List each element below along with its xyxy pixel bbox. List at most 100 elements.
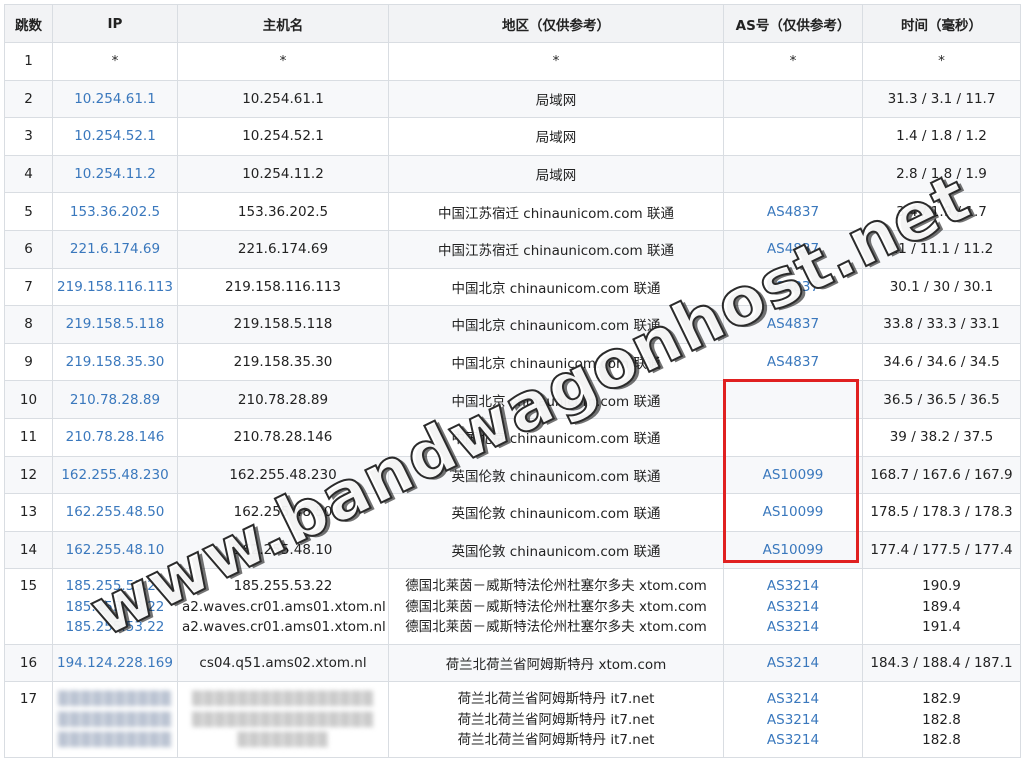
ip-link[interactable]: 10.254.61.1: [57, 91, 173, 107]
region-text: 局域网: [535, 92, 577, 109]
region-cell: 中国江苏宿迁 chinaunicom.com 联通: [388, 192, 724, 231]
time-cell: 2.8 / 1.8 / 1.9: [862, 154, 1021, 194]
ip-link[interactable]: 162.255.48.10: [57, 542, 173, 558]
as-link[interactable]: AS3214: [728, 730, 858, 751]
ip-link[interactable]: 185.255.53.22: [57, 617, 173, 638]
ip-link[interactable]: 221.6.174.69: [57, 241, 173, 257]
ip-link[interactable]: 185.255.53.22: [57, 576, 173, 597]
region-cell: 英国伦敦 chinaunicom.com 联通: [388, 493, 724, 532]
host-text: a2.waves.cr01.ams01.xtom.nl: [182, 619, 386, 636]
as-link[interactable]: AS3214: [728, 689, 858, 710]
ip-link[interactable]: 10.254.11.2: [57, 166, 173, 182]
ip-cell: 10.254.11.2: [52, 154, 178, 194]
header-ip: IP: [52, 4, 178, 43]
host-cell: 210.78.28.146: [177, 417, 389, 457]
time-text: 182.8: [922, 732, 961, 749]
time-text: 184.3 / 188.4 / 187.1: [870, 655, 1013, 672]
as-link[interactable]: AS10099: [728, 504, 858, 520]
as-link[interactable]: AS3214: [728, 576, 858, 597]
hop-cell: 1: [4, 42, 53, 81]
table-row: 8 219.158.5.118 219.158.5.118 中国北京 chinauni…: [4, 305, 1021, 344]
hop-cell: 15: [4, 568, 53, 645]
time-text: 39 / 38.2 / 37.5: [889, 429, 994, 446]
region-text: 荷兰北荷兰省阿姆斯特丹 it7.net: [457, 711, 655, 728]
as-link[interactable]: AS4837: [728, 204, 858, 220]
time-text: 30.1 / 30 / 30.1: [889, 278, 994, 295]
host-text: cs04.q51.ams02.xtom.nl: [199, 655, 367, 672]
ip-link[interactable]: 219.158.5.118: [57, 316, 173, 332]
as-cell: AS4837: [723, 342, 863, 382]
region-text: 德国北莱茵－威斯特法伦州杜塞尔多夫 xtom.com: [405, 619, 707, 636]
table-row: 1 * * * * *: [4, 42, 1021, 81]
region-text: 中国北京 chinaunicom.com 联通: [451, 280, 661, 297]
host-text: 10.254.11.2: [242, 166, 324, 183]
ip-cell: *: [52, 42, 178, 81]
redacted-ip: ▒▒▒▒▒▒▒▒▒▒: [58, 711, 172, 728]
time-cell: 31.3 / 3.1 / 11.7: [862, 79, 1021, 119]
ip-cell: 185.255.53.22 185.255.53.22 185.255.53.22: [52, 568, 178, 645]
as-link[interactable]: AS3214: [728, 710, 858, 731]
ip-link[interactable]: 210.78.28.146: [57, 429, 173, 445]
region-text: 中国北京 chinaunicom.com 联通: [451, 431, 661, 448]
host-text: 162.255.48.50: [233, 504, 333, 521]
region-cell: 局域网: [388, 154, 724, 194]
time-cell: 34.6 / 34.6 / 34.5: [862, 342, 1021, 382]
as-link[interactable]: AS4837: [728, 279, 858, 295]
time-text: 182.9: [922, 691, 961, 708]
table-row: 6 221.6.174.69 221.6.174.69 中国江苏宿迁 chinauni…: [4, 229, 1021, 269]
host-text: 153.36.202.5: [237, 203, 329, 220]
region-text: 中国北京 chinaunicom.com 联通: [451, 318, 661, 335]
time-cell: 168.7 / 167.6 / 167.9: [862, 455, 1021, 495]
ip-link[interactable]: 185.255.53.22: [57, 597, 173, 618]
ip-link[interactable]: 10.254.52.1: [57, 128, 173, 144]
region-text: 英国伦敦 chinaunicom.com 联通: [451, 544, 661, 561]
table-header-row: 跳数 IP 主机名 地区（仅供参考） AS号（仅供参考） 时间（毫秒）: [4, 4, 1021, 43]
time-cell: *: [862, 42, 1021, 81]
host-cell: 10.254.11.2: [177, 154, 389, 194]
as-link[interactable]: AS10099: [728, 542, 858, 558]
table-body: 1 * * * * * 2 10.254.61.1 10.254.61.1 局域网 31.3 / 3…: [4, 42, 1021, 758]
ip-cell: 162.255.48.50: [52, 493, 178, 532]
redacted-host: ▒▒▒▒▒▒▒▒▒▒▒▒▒▒▒▒: [191, 711, 375, 728]
ip-cell: 219.158.116.113: [52, 267, 178, 307]
ip-link[interactable]: 162.255.48.50: [57, 504, 173, 520]
region-cell: 荷兰北荷兰省阿姆斯特丹 it7.net 荷兰北荷兰省阿姆斯特丹 it7.net 荷兰…: [388, 681, 724, 758]
as-link[interactable]: AS3214: [728, 617, 858, 638]
as-link[interactable]: AS10099: [728, 467, 858, 483]
ip-cell: 219.158.35.30: [52, 342, 178, 382]
time-text: 168.7 / 167.6 / 167.9: [870, 466, 1013, 483]
host-text: a2.waves.cr01.ams01.xtom.nl: [182, 598, 386, 615]
time-text: 182.8: [922, 711, 961, 728]
as-link[interactable]: AS3214: [728, 655, 858, 671]
hop-cell: 10: [4, 380, 53, 419]
redacted-ip: ▒▒▒▒▒▒▒▒▒▒: [58, 691, 172, 708]
ip-link[interactable]: 219.158.116.113: [57, 279, 173, 295]
region-cell: 中国北京 chinaunicom.com 联通: [388, 342, 724, 382]
as-cell: AS4837: [723, 229, 863, 269]
region-cell: 中国北京 chinaunicom.com 联通: [388, 417, 724, 457]
hop-cell: 2: [4, 79, 53, 119]
table-row: 9 219.158.35.30 219.158.35.30 中国北京 chinauni…: [4, 342, 1021, 382]
host-cell: 185.255.53.22 a2.waves.cr01.ams01.xtom.nl…: [177, 568, 389, 645]
host-cell: 10.254.61.1: [177, 79, 389, 119]
as-cell: AS3214: [723, 643, 863, 683]
host-text: *: [279, 53, 287, 70]
as-link[interactable]: AS3214: [728, 597, 858, 618]
hop-cell: 4: [4, 154, 53, 194]
host-cell: 162.255.48.50: [177, 493, 389, 532]
ip-link[interactable]: 219.158.35.30: [57, 354, 173, 370]
ip-link[interactable]: 162.255.48.230: [57, 467, 173, 483]
as-cell: [723, 417, 863, 457]
ip-link[interactable]: 210.78.28.89: [57, 392, 173, 408]
hop-cell: 16: [4, 643, 53, 683]
as-link[interactable]: AS4837: [728, 241, 858, 257]
as-link[interactable]: AS4837: [728, 316, 858, 332]
ip-link[interactable]: 153.36.202.5: [57, 204, 173, 220]
as-link[interactable]: AS4837: [728, 354, 858, 370]
ip-link[interactable]: 194.124.228.169: [57, 655, 173, 671]
as-cell: [723, 117, 863, 156]
host-text: 219.158.5.118: [233, 316, 333, 333]
time-text: 34.6 / 34.6 / 34.5: [883, 354, 1000, 371]
region-text: 局域网: [535, 168, 577, 185]
time-text: 1.4 / 1.8 / 1.2: [896, 128, 987, 145]
